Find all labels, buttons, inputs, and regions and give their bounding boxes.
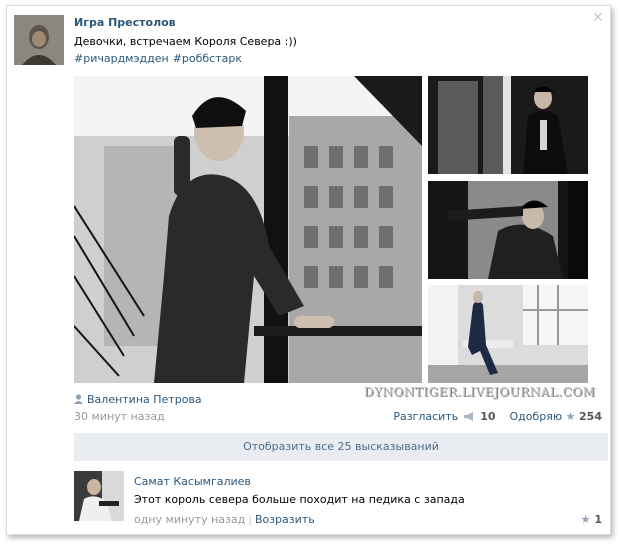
user-icon (74, 394, 83, 404)
post-card: ✕ Игра Престолов Девочки, встречаем Коро… (6, 5, 611, 535)
megaphone-icon (463, 410, 479, 423)
side-photo-1[interactable] (428, 76, 588, 174)
comment-avatar-image (74, 471, 124, 521)
show-all-comments-button[interactable]: Отобразить все 25 высказываний (74, 433, 608, 461)
main-photo-image (74, 76, 422, 383)
author-avatar-image (14, 15, 64, 65)
comment-like[interactable]: ★ 1 (581, 513, 602, 526)
hashtag-link[interactable]: #ричардмэдден (74, 52, 169, 65)
side-photo-2[interactable] (428, 181, 588, 279)
comment-time[interactable]: одну минуту назад (134, 513, 245, 526)
reply-button[interactable]: Возразить (255, 513, 315, 526)
side-photo-3[interactable] (428, 285, 588, 383)
star-icon: ★ (580, 513, 591, 526)
author-avatar[interactable] (14, 15, 64, 65)
like-count: 254 (579, 410, 602, 423)
post-tags: #ричардмэдден #роббстарк (74, 52, 246, 65)
comment-avatar[interactable] (74, 471, 124, 521)
close-icon[interactable]: ✕ (592, 11, 604, 25)
shared-by-name[interactable]: Валентина Петрова (87, 393, 202, 406)
comment-meta-separator: | (248, 513, 252, 526)
main-photo[interactable] (74, 76, 422, 383)
post-author-name[interactable]: Игра Престолов (74, 16, 176, 29)
shared-by[interactable]: Валентина Петрова (74, 393, 202, 406)
star-icon: ★ (565, 410, 576, 423)
comment-meta: одну минуту назад | Возразить (134, 513, 315, 526)
post-time[interactable]: 30 минут назад (74, 410, 165, 423)
side-photo-1-image (428, 76, 588, 174)
like-button[interactable]: Одобряю (510, 410, 563, 423)
comment-text: Этот король севера больше походит на пед… (134, 493, 465, 506)
hashtag-link[interactable]: #роббстарк (173, 52, 242, 65)
watermark: DYNONTIGER.LIVEJOURNAL.COM (364, 385, 596, 399)
side-photo-3-image (428, 285, 588, 383)
post-text: Девочки, встречаем Короля Севера :)) (74, 35, 297, 48)
share-button[interactable]: Разгласить (393, 410, 458, 423)
side-photo-2-image (428, 181, 588, 279)
post-actions: Разгласить 10 Одобряю ★ 254 (393, 410, 602, 423)
share-count: 10 (480, 410, 496, 423)
comment-author-name[interactable]: Самат Касымгалиев (134, 475, 251, 488)
comment-like-count: 1 (594, 513, 602, 526)
